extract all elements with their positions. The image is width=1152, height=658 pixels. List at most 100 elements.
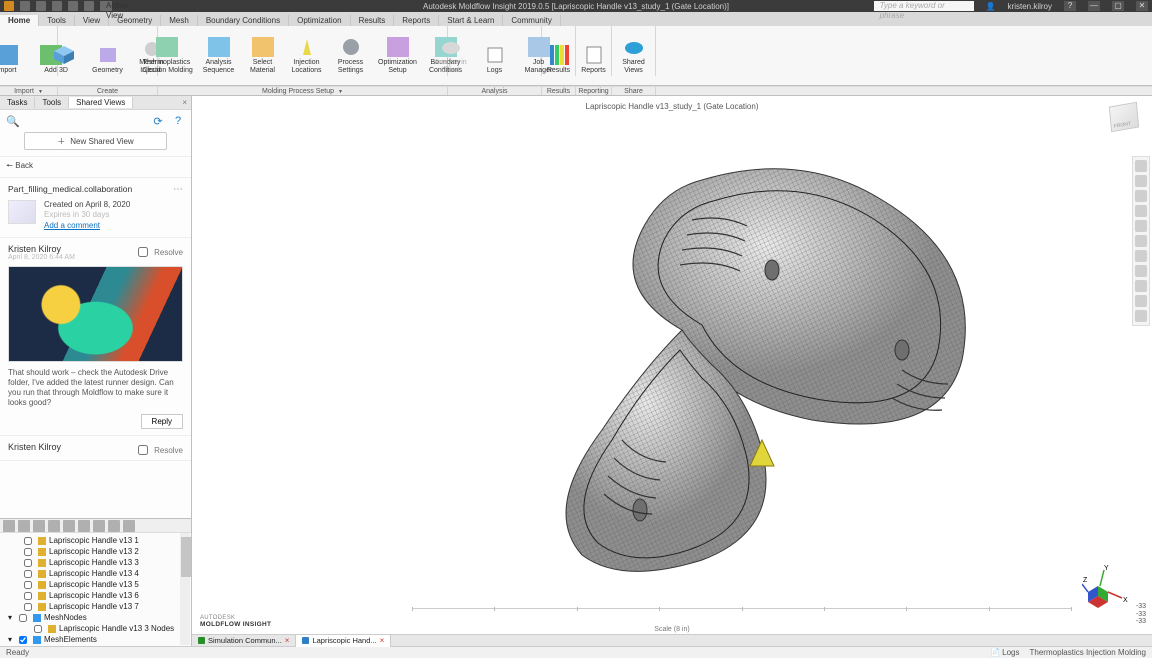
view-icon[interactable] — [1135, 250, 1147, 262]
zoom-icon[interactable] — [1135, 190, 1147, 202]
tree-tool-icon[interactable] — [78, 520, 90, 532]
group-label-analysis: Analysis — [448, 87, 542, 95]
tree-tool-icon[interactable] — [18, 520, 30, 532]
view-icon[interactable] — [1135, 235, 1147, 247]
tree-tool-icon[interactable] — [48, 520, 60, 532]
tab-close-icon[interactable]: × — [285, 636, 290, 645]
qat-undo-icon[interactable] — [52, 1, 62, 11]
tab-tools[interactable]: Tools — [39, 15, 75, 26]
analysis-sequence-button[interactable]: Analysis Sequence — [199, 37, 239, 74]
layer-icon — [38, 581, 46, 589]
results-button[interactable]: Results — [539, 45, 579, 74]
panel-close-icon[interactable]: × — [178, 98, 191, 107]
qat-redo-icon[interactable] — [68, 1, 78, 11]
tree-node[interactable]: Lapriscopic Handle v13 3 Tetras — [30, 645, 191, 646]
tree-node[interactable]: Lapriscopic Handle v13 3 — [20, 557, 191, 568]
tree-node[interactable]: ▾ MeshNodes — [8, 612, 191, 623]
add-comment-link[interactable]: Add a comment — [44, 221, 130, 231]
resolve-checkbox[interactable]: Resolve — [134, 244, 183, 260]
tree-node[interactable]: Lapriscopic Handle v13 6 — [20, 590, 191, 601]
resolve-checkbox[interactable]: Resolve — [134, 442, 183, 458]
logs-button[interactable]: Logs — [475, 45, 515, 74]
reports-button[interactable]: Reports — [574, 45, 614, 74]
orbit-icon[interactable] — [1135, 160, 1147, 172]
tab-start-learn[interactable]: Start & Learn — [439, 15, 503, 26]
tab-community[interactable]: Community — [503, 15, 560, 26]
qat-open-icon[interactable] — [20, 1, 30, 11]
help-search-input[interactable]: Type a keyword or phrase — [874, 1, 974, 11]
view-icon[interactable] — [1135, 280, 1147, 292]
thermo-icon — [156, 37, 178, 57]
tree-node[interactable]: Lapriscopic Handle v13 3 Nodes — [30, 623, 191, 634]
geometry-button[interactable]: Geometry — [88, 45, 128, 74]
import-dropdown[interactable]: Import — [0, 87, 58, 95]
help-icon[interactable]: ? — [1064, 1, 1076, 11]
panel-tab-shared-views[interactable]: Shared Views — [69, 97, 133, 108]
panel-tab-tasks[interactable]: Tasks — [0, 97, 35, 108]
tab-results[interactable]: Results — [351, 15, 395, 26]
bottom-tab-simulation[interactable]: Simulation Commun...× — [192, 635, 296, 647]
select-material-button[interactable]: Select Material — [243, 37, 283, 74]
reply-button[interactable]: Reply — [141, 414, 183, 429]
optimization-setup-button[interactable]: Optimization Setup — [375, 37, 421, 74]
injection-locations-button[interactable]: Injection Locations — [287, 37, 327, 74]
share-menu-icon[interactable]: ⋯ — [173, 184, 183, 195]
panel-tab-tools[interactable]: Tools — [35, 97, 69, 108]
results-icon — [548, 45, 570, 65]
search-icon[interactable]: 🔍 — [6, 114, 20, 128]
tree-node[interactable]: Lapriscopic Handle v13 4 — [20, 568, 191, 579]
new-shared-view-button[interactable]: ＋ New Shared View — [24, 132, 167, 150]
analyze-cloud-button[interactable]: Analyze in Cloud — [431, 37, 471, 74]
qat-save-icon[interactable] — [36, 1, 46, 11]
tab-optimization[interactable]: Optimization — [289, 15, 350, 26]
tab-reports[interactable]: Reports — [394, 15, 439, 26]
pan-icon[interactable] — [1135, 175, 1147, 187]
tree-node[interactable]: Lapriscopic Handle v13 1 — [20, 535, 191, 546]
user-icon[interactable]: 👤 — [986, 2, 996, 11]
close-button[interactable]: ✕ — [1136, 1, 1148, 11]
maximize-button[interactable]: ▢ — [1112, 1, 1124, 11]
tab-close-icon[interactable]: × — [380, 636, 385, 645]
refresh-icon[interactable]: ⟳ — [151, 114, 165, 128]
back-button[interactable]: 🠔 Back — [0, 156, 191, 178]
view-icon[interactable] — [1135, 295, 1147, 307]
import-button[interactable]: Import — [0, 45, 27, 74]
tree-scrollbar[interactable] — [180, 533, 190, 645]
ribbon: Import Add 3D Geometry Mesh in Cloud The… — [0, 26, 1152, 96]
shared-views-button[interactable]: Shared Views — [614, 37, 654, 74]
view-icon[interactable] — [1135, 310, 1147, 322]
process-settings-button[interactable]: Process Settings — [331, 37, 371, 74]
bottom-tab-part[interactable]: Lapriscopic Hand...× — [296, 635, 391, 647]
layer-icon — [38, 592, 46, 600]
tree-tool-icon[interactable] — [33, 520, 45, 532]
tree-tool-icon[interactable] — [123, 520, 135, 532]
tree-tool-icon[interactable] — [108, 520, 120, 532]
status-logs[interactable]: 📄 Logs — [990, 648, 1020, 657]
tree-node[interactable]: Lapriscopic Handle v13 2 — [20, 546, 191, 557]
tree-node[interactable]: Lapriscopic Handle v13 5 — [20, 579, 191, 590]
active-view-dropdown[interactable]: Active View — [100, 1, 112, 11]
menu-tab-strip: Home Tools View Geometry Mesh Boundary C… — [0, 12, 1152, 26]
tree-node[interactable]: ▾ MeshElements — [8, 634, 191, 645]
3d-button[interactable]: 3D — [44, 45, 84, 74]
tab-view[interactable]: View — [75, 15, 109, 26]
viewcube[interactable] — [1109, 102, 1139, 133]
help-small-icon[interactable]: ? — [171, 114, 185, 128]
tree-node[interactable]: Lapriscopic Handle v13 7 — [20, 601, 191, 612]
fit-icon[interactable] — [1135, 205, 1147, 217]
minimize-button[interactable]: — — [1088, 1, 1100, 11]
tree-tool-icon[interactable] — [93, 520, 105, 532]
thermoplastics-button[interactable]: Thermoplastics Injection Molding — [139, 37, 195, 74]
view-icon[interactable] — [1135, 220, 1147, 232]
qat-print-icon[interactable] — [84, 1, 94, 11]
viewport[interactable]: Lapriscopic Handle v13_study_1 (Gate Loc… — [192, 96, 1152, 646]
tree-tool-icon[interactable] — [3, 520, 15, 532]
svg-text:X: X — [1123, 597, 1128, 604]
group-label-molding[interactable]: Molding Process Setup — [158, 87, 448, 95]
tab-mesh[interactable]: Mesh — [161, 15, 198, 26]
view-icon[interactable] — [1135, 265, 1147, 277]
comment-image — [8, 266, 183, 362]
tab-boundary-conditions[interactable]: Boundary Conditions — [198, 15, 289, 26]
tab-home[interactable]: Home — [0, 15, 39, 26]
tree-tool-icon[interactable] — [63, 520, 75, 532]
